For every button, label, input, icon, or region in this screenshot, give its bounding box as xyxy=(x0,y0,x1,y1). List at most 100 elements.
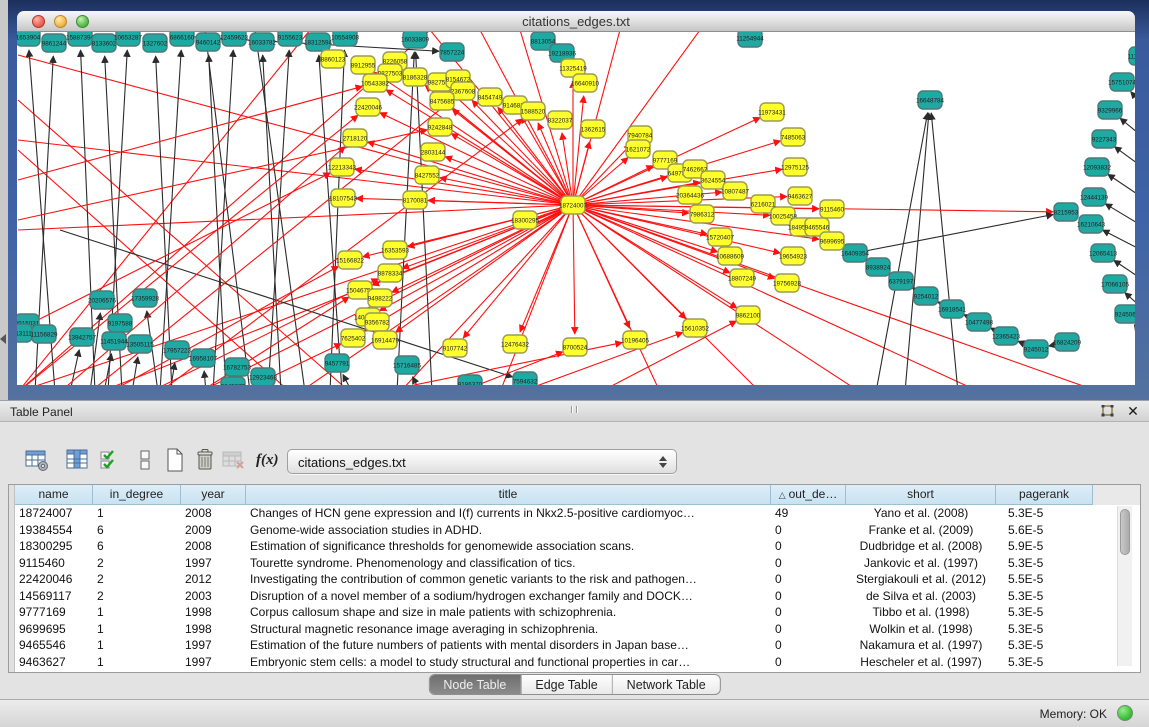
graph-node[interactable]: 11451944 xyxy=(100,332,128,350)
column-header-title[interactable]: title xyxy=(246,485,771,505)
column-header-pagerank[interactable]: pagerank xyxy=(996,485,1093,505)
graph-node[interactable]: 9457791 xyxy=(325,354,350,372)
graph-node[interactable]: 16824209 xyxy=(1053,333,1082,351)
graph-node[interactable]: 9862100 xyxy=(736,306,761,324)
column-header-name[interactable]: name xyxy=(15,485,93,505)
graph-node[interactable]: 1327602 xyxy=(143,34,168,52)
select-rows-icon[interactable] xyxy=(98,447,126,475)
graph-node[interactable]: 9463627 xyxy=(788,187,813,205)
table-row[interactable]: 2242004622012Investigating the contribut… xyxy=(15,571,1140,588)
graph-node[interactable]: 15887394 xyxy=(66,32,95,46)
graph-node[interactable]: 8454749 xyxy=(478,88,503,106)
delete-table-icon[interactable] xyxy=(220,447,248,475)
table-settings-icon[interactable] xyxy=(24,447,52,475)
table-panel-header[interactable]: Table Panel ✕ xyxy=(0,400,1149,422)
graph-node[interactable]: 16033782 xyxy=(248,33,277,51)
graph-node[interactable]: 20206576 xyxy=(88,291,117,309)
graph-node[interactable]: 12213343 xyxy=(328,158,357,176)
graph-node[interactable]: 8475685 xyxy=(430,92,455,110)
graph-node[interactable]: 9107742 xyxy=(443,339,468,357)
graph-node[interactable]: 22420046 xyxy=(354,98,383,116)
column-settings-icon[interactable] xyxy=(64,447,92,475)
vertical-scrollbar[interactable] xyxy=(1117,506,1132,666)
graph-node[interactable]: 12065413 xyxy=(1089,244,1118,262)
graph-node[interactable]: 18107543 xyxy=(329,189,358,207)
graph-node[interactable]: 2803144 xyxy=(421,143,446,161)
tab-node-table[interactable]: Node Table xyxy=(429,675,520,694)
graph-node[interactable]: 18300295 xyxy=(511,211,540,229)
column-header-year[interactable]: year xyxy=(181,485,246,505)
graph-node[interactable]: 11156829 xyxy=(30,325,58,343)
network-window-titlebar[interactable]: citations_edges.txt xyxy=(17,11,1135,32)
graph-node[interactable]: 16648784 xyxy=(916,91,945,109)
graph-node[interactable]: 8860123 xyxy=(321,50,346,68)
graph-node[interactable]: 8186328 xyxy=(403,68,428,86)
column-header-in_degree[interactable]: in_degree xyxy=(93,485,181,505)
graph-node[interactable]: 8215953 xyxy=(1054,203,1079,221)
graph-node[interactable]: 10543382 xyxy=(361,74,390,92)
graph-node[interactable]: 7485063 xyxy=(781,128,806,146)
graph-node[interactable]: 10554908 xyxy=(331,32,360,46)
graph-node[interactable]: 11126439 xyxy=(1127,47,1135,65)
graph-node[interactable]: 15610352 xyxy=(681,319,710,337)
graph-node[interactable]: 13505115 xyxy=(126,335,154,353)
close-panel-icon[interactable]: ✕ xyxy=(1124,403,1142,421)
column-header-short[interactable]: short xyxy=(846,485,996,505)
graph-node[interactable]: 6866160 xyxy=(170,32,195,46)
float-panel-icon[interactable] xyxy=(1098,405,1114,420)
graph-node[interactable]: 11254944 xyxy=(736,32,764,47)
graph-node[interactable]: 9356782 xyxy=(365,313,390,331)
table-row[interactable]: 1938455462009Genome-wide association stu… xyxy=(15,522,1140,539)
graph-node[interactable]: 16918541 xyxy=(938,300,967,318)
graph-node[interactable]: 9186370 xyxy=(458,375,483,385)
graph-node[interactable]: 10807487 xyxy=(721,182,750,200)
graph-node[interactable]: 12476432 xyxy=(501,335,530,353)
graph-node[interactable]: 16353593 xyxy=(381,241,410,259)
graph-node[interactable]: 1362615 xyxy=(581,120,606,138)
graph-node[interactable]: 13942757 xyxy=(68,328,97,346)
graph-node[interactable]: 11973431 xyxy=(758,103,786,121)
graph-node[interactable]: 17957223 xyxy=(163,341,192,359)
graph-node[interactable]: 8427552 xyxy=(415,166,440,184)
graph-node[interactable]: 7857224 xyxy=(440,43,465,61)
graph-node[interactable]: 12975125 xyxy=(781,158,810,176)
table-row[interactable]: 1830029562008Estimation of significance … xyxy=(15,538,1140,555)
graph-node[interactable]: 2718120 xyxy=(343,129,368,147)
graph-node[interactable]: 9115460 xyxy=(820,200,845,218)
delete-column-icon[interactable] xyxy=(192,447,220,475)
table-row[interactable]: 911546021997Tourette syndrome. Phenomeno… xyxy=(15,555,1140,572)
graph-node[interactable]: 16409354 xyxy=(841,244,870,262)
graph-node[interactable]: 8700524 xyxy=(563,338,588,356)
graph-node[interactable]: 16914479 xyxy=(371,331,400,349)
tab-edge-table[interactable]: Edge Table xyxy=(520,675,611,694)
graph-node[interactable]: 16640910 xyxy=(571,74,600,92)
graph-node[interactable]: 7625402 xyxy=(341,329,366,347)
graph-node[interactable]: 3624554 xyxy=(701,171,726,189)
graph-node[interactable]: 18312594 xyxy=(304,33,333,51)
graph-node[interactable]: 8912955 xyxy=(351,56,376,74)
memory-ok-indicator[interactable] xyxy=(1117,705,1133,721)
scrollbar-thumb[interactable] xyxy=(1120,509,1130,555)
graph-node[interactable]: 1588520 xyxy=(521,102,546,120)
graph-node[interactable]: 18807249 xyxy=(728,269,757,287)
graph-node[interactable]: 17066105 xyxy=(1101,275,1130,293)
graph-node[interactable]: 9197588 xyxy=(108,314,133,332)
graph-node[interactable]: 10196405 xyxy=(621,331,650,349)
graph-node[interactable]: 12923468 xyxy=(249,368,278,385)
graph-node[interactable]: 9498222 xyxy=(368,289,393,307)
graph-node[interactable]: 6379197 xyxy=(889,272,914,290)
graph-node[interactable]: 16782753 xyxy=(223,358,252,376)
graph-node[interactable]: 16958107 xyxy=(189,349,218,367)
graph-node[interactable]: 8170081 xyxy=(403,191,428,209)
graph-node[interactable]: 7986312 xyxy=(690,205,715,223)
graph-node[interactable]: 9699695 xyxy=(820,232,845,250)
graph-node[interactable]: 15720407 xyxy=(706,228,735,246)
graph-node[interactable]: 7594632 xyxy=(513,372,538,385)
new-column-icon[interactable] xyxy=(162,447,190,475)
table-row[interactable]: 1456911722003Disruption of a novel membe… xyxy=(15,588,1140,605)
graph-node[interactable]: 8878334 xyxy=(378,264,403,282)
table-row[interactable]: 1872400712008Changes of HCN gene express… xyxy=(15,505,1140,522)
graph-node[interactable]: 20364436 xyxy=(676,186,705,204)
panel-collapse-arrow-icon[interactable] xyxy=(0,334,6,344)
graph-node[interactable]: 16033809 xyxy=(401,32,430,48)
